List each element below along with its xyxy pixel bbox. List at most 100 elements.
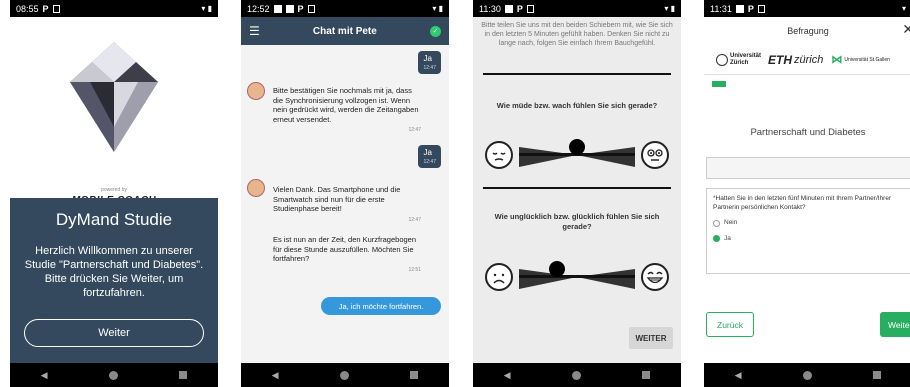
parking-icon: P [297,3,304,14]
phone-screen-questionnaire: 11:31 P ▾ Befragung ✕ Universität Zürich… [704,0,910,387]
recents-icon[interactable] [410,371,419,379]
signal-battery-icon: ▾ ▮ [664,4,675,13]
message-text: Es ist nun an der Zeit, den Kurzfrage­bo… [273,235,417,263]
back-button[interactable]: Zurück [706,312,754,337]
online-check-icon: ✓ [430,25,441,37]
chat-header: ☰ Chat mit Pete ✓ [241,17,449,45]
avatar [247,179,265,197]
divider [483,73,671,75]
status-bar: 08:55 P ▾ ▮ [10,0,218,17]
uzh-seal-icon [716,53,728,66]
home-icon[interactable] [571,370,581,380]
outgoing-message: Ja 12:47 [418,51,441,74]
tiredness-slider[interactable] [519,137,635,173]
back-icon[interactable]: ◀ [735,370,742,381]
notification-icon [52,4,60,13]
parking-icon: P [516,3,523,14]
android-nav-bar: ◀ [10,363,218,387]
signal-battery-icon: ▾ ▮ [432,4,443,13]
status-bar: 11:30 P ▾ ▮ [473,0,681,17]
message-time: 12:47 [408,127,421,133]
message-time: 12:47 [423,159,436,165]
phone-screen-welcome: 08:55 P ▾ ▮ powered by MOBILE COACH DyMa… [10,0,218,387]
tired-face-icon [485,141,513,169]
awake-face-icon [641,141,669,169]
message-text: Vielen Dank. Das Smartphone und die Smar… [273,185,401,213]
empty-field [706,157,910,179]
quick-reply-button[interactable]: Ja, ich möchte fortfahren. [321,297,441,315]
menu-icon[interactable]: ☰ [249,24,260,38]
recents-icon[interactable] [642,371,651,379]
diamond-area: powered by MOBILE COACH [10,17,218,206]
powered-by-label: powered by [101,187,127,193]
welcome-panel: DyMand Studie Herzlich Willkommen zu uns… [10,198,218,363]
question-text: *Hatten Sie in den letzten fünf Minuten … [713,195,892,211]
question-tiredness: Wie müde bzw. wach fühlen Sie sich gerad… [496,101,658,110]
slider-survey: Bitte teilen Sie uns mit den beiden Schi… [473,17,681,363]
back-icon[interactable]: ◀ [272,370,279,381]
option-label: Nein [724,219,738,226]
diamond-logo [70,42,158,152]
happy-face-icon [641,263,669,291]
incoming-message: Vielen Dank. Das Smartphone und die Smar… [273,185,421,225]
uzh-logo: Universität Zürich [716,53,761,67]
happiness-scale[interactable] [485,257,669,297]
header-title: Befragung [787,26,829,36]
status-time: 11:31 [710,3,732,14]
status-bar: 11:31 P ▾ [704,0,910,17]
message-text: Bitte bestätigen Sie nochmals mit ja, da… [273,86,419,124]
survey-header: Befragung ✕ [704,17,910,45]
avatar [247,82,265,100]
message-time: 12:51 [408,266,421,273]
home-icon[interactable] [108,370,118,380]
chat-title: Chat mit Pete [312,25,377,37]
progress-tab [712,81,726,87]
android-nav-bar: ◀ [704,363,910,387]
study-title: DyMand Studie [55,210,173,229]
notification-icon [273,4,282,13]
next-button[interactable]: Weiter [880,312,910,337]
incoming-message: Bitte bestätigen Sie nochmals mit ja, da… [273,86,421,136]
notification-icon [504,4,513,13]
chat-area[interactable]: Ja 12:47 Bitte bestätigen Sie nochmals m… [241,45,449,363]
notification-icon [285,4,294,13]
home-icon[interactable] [339,370,349,380]
hsg-mark-icon: ⋈ [831,54,843,66]
status-time: 08:55 [16,3,39,14]
weiter-button[interactable]: Weiter [24,319,204,347]
instructions-text: Bitte teilen Sie uns mit den beiden Schi… [481,22,673,47]
happiness-slider[interactable] [519,259,635,295]
android-nav-bar: ◀ [241,363,449,387]
notification-icon [307,4,315,13]
radio-option-nein[interactable]: Nein [713,219,906,228]
close-icon[interactable]: ✕ [902,21,910,38]
status-time: 12:52 [247,3,270,14]
back-icon[interactable]: ◀ [504,370,511,381]
parking-icon: P [42,3,49,14]
parking-icon: P [747,3,754,14]
status-time: 11:30 [479,3,501,14]
weiter-button[interactable]: WEITER [629,327,673,349]
page-title: Partnerschaft und Diabetes [750,127,866,138]
notification-icon [735,4,744,13]
hsg-logo: ⋈ Universität St.Gallen [831,54,890,66]
radio-button[interactable] [713,219,720,227]
phone-screen-sliders: 11:30 P ▾ ▮ Bitte teilen Sie uns mit den… [473,0,681,387]
radio-button-selected[interactable] [713,235,720,243]
back-icon[interactable]: ◀ [41,370,48,381]
message-text: Ja [423,148,432,157]
message-time: 12:47 [423,65,436,71]
question-card: *Hatten Sie in den letzten fünf Minuten … [706,188,910,274]
recents-icon[interactable] [179,371,188,379]
eth-logo: ETH [768,52,792,67]
signal-battery-icon: ▾ [901,4,906,13]
recents-icon[interactable] [873,371,882,379]
survey-content: Partnerschaft und Diabetes *Hatten Sie i… [704,75,910,363]
incoming-message: Es ist nun an der Zeit, den Kurzfrage­bo… [273,235,421,275]
radio-option-ja[interactable]: Ja [713,235,906,244]
tiredness-scale[interactable] [485,135,669,175]
home-icon[interactable] [802,370,812,380]
android-nav-bar: ◀ [473,363,681,387]
outgoing-message: Ja 12:47 [418,145,441,168]
status-bar: 12:52 P ▾ ▮ [241,0,449,17]
